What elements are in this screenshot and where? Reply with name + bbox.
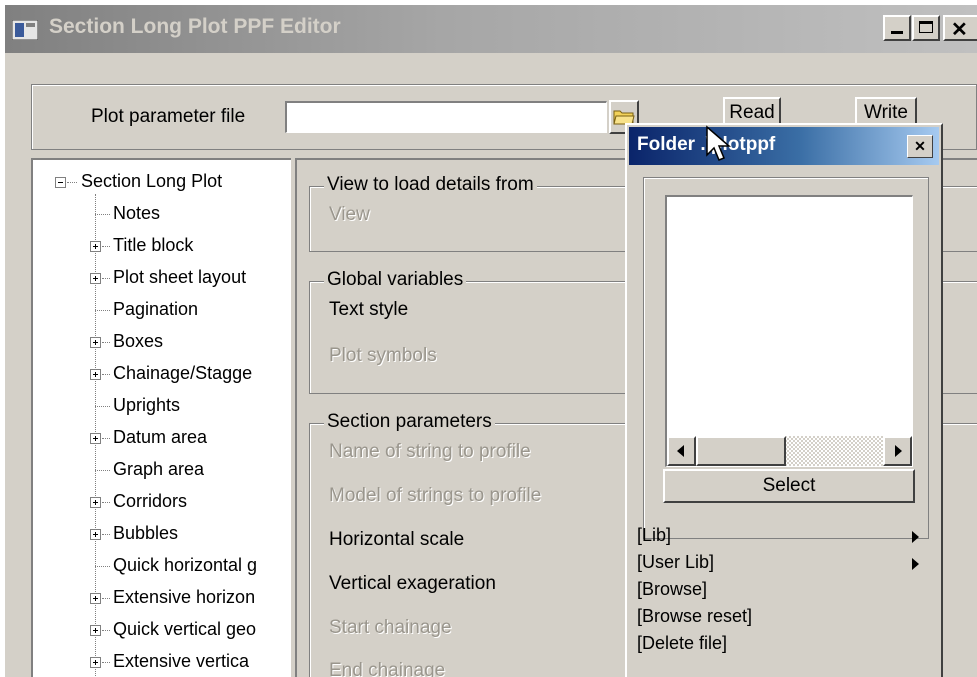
tree-item[interactable]: Chainage/Stagge: [113, 363, 252, 384]
left-arrow-icon: [677, 445, 684, 457]
tree-item[interactable]: Bubbles: [113, 523, 178, 544]
minimize-icon: [891, 31, 903, 34]
expand-icon[interactable]: [90, 593, 101, 604]
tree-item[interactable]: Datum area: [113, 427, 207, 448]
scroll-left-button[interactable]: [667, 436, 696, 466]
tree-item[interactable]: Pagination: [113, 299, 198, 320]
submenu-arrow-icon: [912, 531, 919, 543]
menu-item[interactable]: [Delete file]: [637, 633, 727, 654]
select-button[interactable]: Select: [663, 469, 915, 503]
expand-icon[interactable]: [90, 273, 101, 284]
scroll-thumb[interactable]: [696, 436, 786, 466]
section-tree[interactable]: Section Long Plot Notes Title block Plot s…: [31, 158, 291, 677]
plot-parameter-file-input[interactable]: [285, 101, 607, 133]
menu-item[interactable]: [Lib]: [637, 525, 671, 546]
tree-item[interactable]: Quick vertical geo: [113, 619, 256, 640]
view-label: View: [329, 204, 370, 225]
view-group-legend: View to load details from: [324, 174, 537, 196]
expand-icon[interactable]: [90, 433, 101, 444]
tree-item[interactable]: Boxes: [113, 331, 163, 352]
start-chainage-label: Start chainage: [329, 617, 452, 638]
folder-popup[interactable]: Folder .\plotppf ✕ Select [Lib] [User Lib…: [625, 123, 943, 677]
tree-item[interactable]: Plot sheet layout: [113, 267, 246, 288]
app-icon: [12, 20, 38, 40]
tree-root[interactable]: Section Long Plot: [81, 171, 222, 192]
global-variables-legend: Global variables: [324, 269, 467, 291]
write-button-label: Write: [864, 102, 908, 123]
end-chainage-label: End chainage: [329, 660, 446, 677]
tree-item[interactable]: Extensive horizon: [113, 587, 255, 608]
tree-item[interactable]: Title block: [113, 235, 193, 256]
text-style-label: Text style: [329, 299, 409, 320]
tree-item[interactable]: Notes: [113, 203, 160, 224]
expand-icon[interactable]: [90, 369, 101, 380]
menu-item[interactable]: [User Lib]: [637, 552, 714, 573]
maximize-button[interactable]: [912, 15, 940, 41]
close-button[interactable]: ✕: [943, 15, 977, 41]
section-parameters-legend: Section parameters: [324, 411, 495, 433]
expand-icon[interactable]: [90, 529, 101, 540]
expand-icon[interactable]: [90, 497, 101, 508]
close-icon: ✕: [951, 19, 968, 41]
expand-icon[interactable]: [90, 241, 101, 252]
model-of-strings-label: Model of strings to profile: [329, 485, 542, 506]
tree-item[interactable]: Uprights: [113, 395, 180, 416]
folder-popup-titlebar[interactable]: Folder .\plotppf ✕: [629, 127, 939, 165]
vertical-exaggeration-label: Vertical exageration: [329, 573, 496, 594]
file-list[interactable]: [665, 195, 913, 467]
horizontal-scrollbar[interactable]: [667, 436, 912, 466]
expand-icon[interactable]: [90, 337, 101, 348]
tree-item[interactable]: Quick horizontal g: [113, 555, 257, 576]
menu-item[interactable]: [Browse reset]: [637, 606, 752, 627]
tree-item[interactable]: Corridors: [113, 491, 187, 512]
plot-symbols-label: Plot symbols: [329, 345, 437, 366]
right-arrow-icon: [895, 445, 902, 457]
mouse-cursor-icon: [706, 125, 732, 161]
name-of-string-label: Name of string to profile: [329, 441, 531, 462]
scroll-right-button[interactable]: [883, 436, 912, 466]
folder-popup-close-button[interactable]: ✕: [907, 135, 933, 158]
expand-icon[interactable]: [90, 657, 101, 668]
submenu-arrow-icon: [912, 558, 919, 570]
tree-item[interactable]: Extensive vertica: [113, 651, 249, 672]
read-button-label: Read: [729, 102, 775, 123]
horizontal-scale-label: Horizontal scale: [329, 529, 465, 550]
window-title: Section Long Plot PPF Editor: [49, 15, 341, 38]
maximize-icon: [919, 21, 933, 33]
menu-item[interactable]: [Browse]: [637, 579, 707, 600]
select-button-label: Select: [762, 475, 816, 496]
title-bar[interactable]: Section Long Plot PPF Editor ✕: [5, 5, 977, 53]
expand-icon[interactable]: [90, 625, 101, 636]
editor-window: Section Long Plot PPF Editor ✕ Plot para…: [5, 5, 977, 677]
plot-parameter-file-label: Plot parameter file: [91, 106, 246, 127]
collapse-icon[interactable]: [55, 177, 66, 188]
tree-item[interactable]: Graph area: [113, 459, 204, 480]
close-icon: ✕: [914, 138, 926, 154]
minimize-button[interactable]: [883, 15, 911, 41]
